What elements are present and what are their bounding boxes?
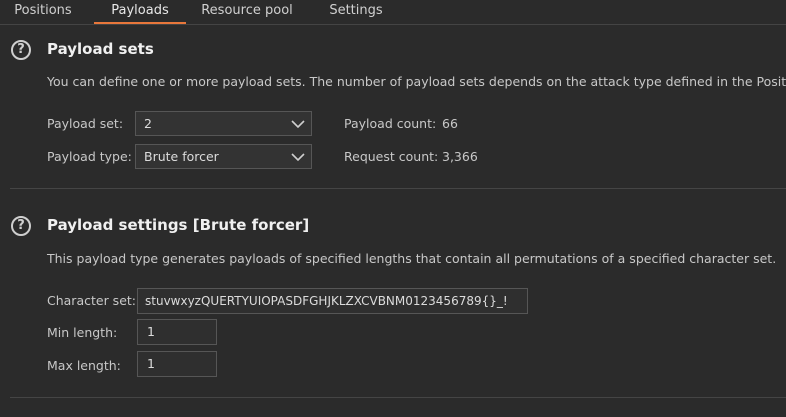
section-divider [10, 397, 786, 398]
intruder-payloads-panel: Positions Payloads Resource pool Setting… [0, 0, 786, 417]
request-count-value: 3,366 [442, 149, 478, 164]
help-icon[interactable]: ? [11, 216, 31, 236]
section-title-payload-sets: Payload sets [47, 40, 154, 58]
payload-type-select[interactable]: Brute forcer [135, 144, 312, 169]
payload-type-value: Brute forcer [144, 149, 219, 164]
payload-settings-description: This payload type generates payloads of … [47, 251, 777, 266]
min-length-input[interactable]: 1 [137, 319, 217, 345]
payload-count-value: 66 [442, 116, 458, 131]
tab-resource-pool[interactable]: Resource pool [194, 0, 300, 23]
payload-sets-description: You can define one or more payload sets.… [47, 74, 786, 89]
character-set-input[interactable]: stuvwxyzQUERTYUIOPASDFGHJKLZXCVBNM012345… [137, 288, 528, 314]
tab-positions[interactable]: Positions [0, 0, 86, 23]
payload-count-label: Payload count: [344, 116, 437, 131]
chevron-down-icon [291, 153, 305, 162]
payload-set-value: 2 [144, 116, 152, 131]
tab-bar: Positions Payloads Resource pool Setting… [0, 0, 786, 25]
payload-set-label: Payload set: [47, 116, 124, 131]
help-icon[interactable]: ? [11, 40, 31, 60]
tab-settings[interactable]: Settings [318, 0, 394, 23]
chevron-down-icon [291, 120, 305, 129]
section-divider [10, 188, 786, 189]
request-count-label: Request count: [344, 149, 439, 164]
tab-payloads[interactable]: Payloads [94, 0, 186, 24]
payload-type-label: Payload type: [47, 149, 132, 164]
max-length-label: Max length: [47, 358, 121, 373]
max-length-input[interactable]: 1 [137, 351, 217, 377]
payload-set-select[interactable]: 2 [135, 111, 312, 136]
section-title-payload-settings: Payload settings [Brute forcer] [47, 216, 310, 234]
min-length-label: Min length: [47, 325, 118, 340]
character-set-label: Character set: [47, 293, 137, 308]
